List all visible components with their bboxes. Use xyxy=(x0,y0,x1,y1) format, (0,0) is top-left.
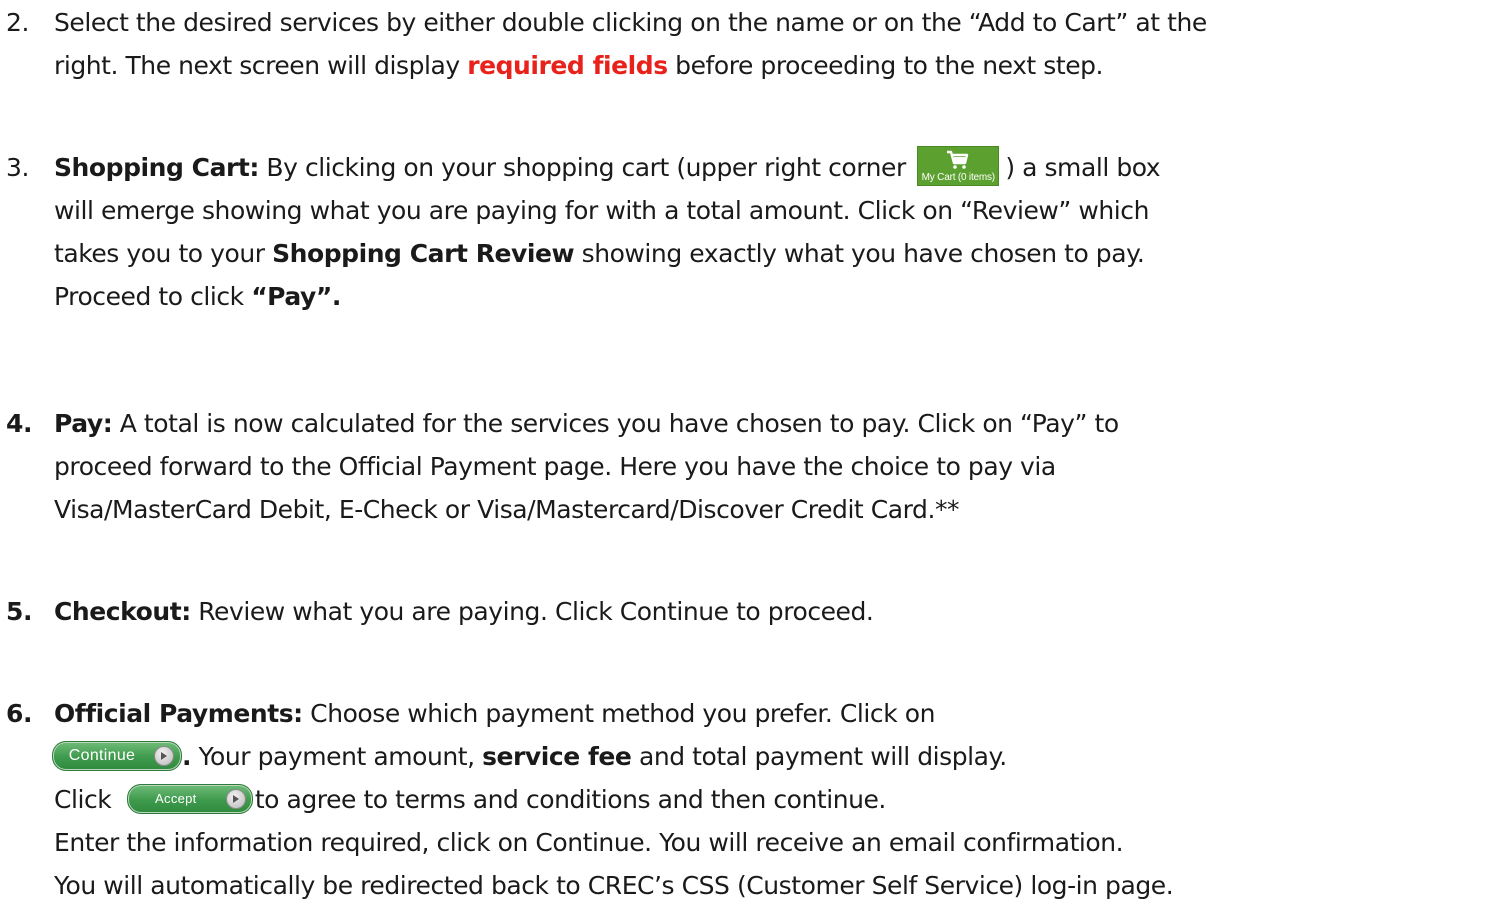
step-number: 6. xyxy=(6,699,32,728)
accept-button-label: Accept xyxy=(155,791,197,806)
step-title: Checkout: xyxy=(54,597,191,626)
step-2-text: before proceeding to the next step. xyxy=(667,51,1104,80)
step-2-text: Select the desired services by either do… xyxy=(54,8,1207,37)
step-4-line-1: Pay: A total is now calculated for the s… xyxy=(54,402,1119,445)
step-3: 3. Shopping Cart: By clicking on your sh… xyxy=(0,146,1500,318)
step-6-text: You will automatically be redirected bac… xyxy=(54,871,1174,900)
step-6-text: Enter the information required, click on… xyxy=(54,828,1124,857)
step-5: 5. Checkout: Review what you are paying.… xyxy=(0,590,1500,633)
required-fields-highlight: required fields xyxy=(467,51,668,80)
step-3-text: will emerge showing what you are paying … xyxy=(54,196,1149,225)
step-6-line-2: Continue. Your payment amount, service f… xyxy=(52,735,1007,778)
my-cart-label: My Cart (0 items) xyxy=(921,172,995,183)
my-cart-badge: My Cart (0 items) xyxy=(917,146,1000,186)
continue-button[interactable]: Continue xyxy=(52,741,182,771)
step-number: 4. xyxy=(6,409,32,438)
step-3-text: ) a small box xyxy=(1005,153,1161,182)
step-title: Pay: xyxy=(54,409,113,438)
step-4: 4. Pay: A total is now calculated for th… xyxy=(0,402,1500,531)
step-6-text: Choose which payment method you prefer. … xyxy=(302,699,935,728)
step-3-text: takes you to your xyxy=(54,239,273,268)
chevron-right-icon xyxy=(154,746,174,766)
step-number: 2. xyxy=(6,8,29,37)
step-6-text: Click xyxy=(54,785,119,814)
step-4-text: Visa/MasterCard Debit, E-Check or Visa/M… xyxy=(54,495,960,524)
instructions-document: 2. Select the desired services by either… xyxy=(0,0,1507,924)
step-3-line-4: Proceed to click “Pay”. xyxy=(54,275,341,318)
step-4-text: A total is now calculated for the servic… xyxy=(112,409,1119,438)
pay-term: “Pay”. xyxy=(251,282,341,311)
chevron-right-icon xyxy=(225,789,246,809)
step-title: Official Payments: xyxy=(54,699,303,728)
step-3-line-1: Shopping Cart: By clicking on your shopp… xyxy=(54,146,1161,189)
step-title: Shopping Cart: xyxy=(54,153,259,182)
step-2: 2. Select the desired services by either… xyxy=(0,1,1500,87)
step-3-text: showing exactly what you have chosen to … xyxy=(574,239,1145,268)
step-2-line-2: right. The next screen will display requ… xyxy=(54,44,1104,87)
step-6-line-4: Enter the information required, click on… xyxy=(54,821,1124,864)
step-4-line-3: Visa/MasterCard Debit, E-Check or Visa/M… xyxy=(54,488,960,531)
accept-button[interactable]: Accept xyxy=(126,784,253,814)
step-6-text: to agree to terms and conditions and the… xyxy=(254,785,887,814)
service-fee-term: service fee xyxy=(482,742,632,771)
step-6: 6. Official Payments: Choose which payme… xyxy=(0,692,1500,907)
step-6-line-5: You will automatically be redirected bac… xyxy=(54,864,1174,907)
step-6-line-3: Click Accept to agree to terms and condit… xyxy=(54,778,886,821)
shopping-cart-review-term: Shopping Cart Review xyxy=(272,239,575,268)
step-6-text: and total payment will display. xyxy=(631,742,1007,771)
step-3-text: By clicking on your shopping cart (upper… xyxy=(258,153,914,182)
step-5-text: Review what you are paying. Click Contin… xyxy=(190,597,874,626)
shopping-cart-icon xyxy=(947,150,969,169)
continue-button-label: Continue xyxy=(68,747,136,764)
step-number: 5. xyxy=(6,597,32,626)
step-2-text: right. The next screen will display xyxy=(54,51,468,80)
step-6-line-1: Official Payments: Choose which payment … xyxy=(54,692,935,735)
step-6-text: Your payment amount, xyxy=(191,742,483,771)
step-3-text: Proceed to click xyxy=(54,282,252,311)
step-3-line-3: takes you to your Shopping Cart Review s… xyxy=(54,232,1145,275)
step-4-line-2: proceed forward to the Official Payment … xyxy=(54,445,1056,488)
step-number: 3. xyxy=(6,153,29,182)
step-5-line-1: Checkout: Review what you are paying. Cl… xyxy=(54,590,874,633)
step-3-line-2: will emerge showing what you are paying … xyxy=(54,189,1149,232)
step-2-line-1: Select the desired services by either do… xyxy=(54,1,1207,44)
step-6-text: . xyxy=(182,742,192,771)
step-4-text: proceed forward to the Official Payment … xyxy=(54,452,1056,481)
